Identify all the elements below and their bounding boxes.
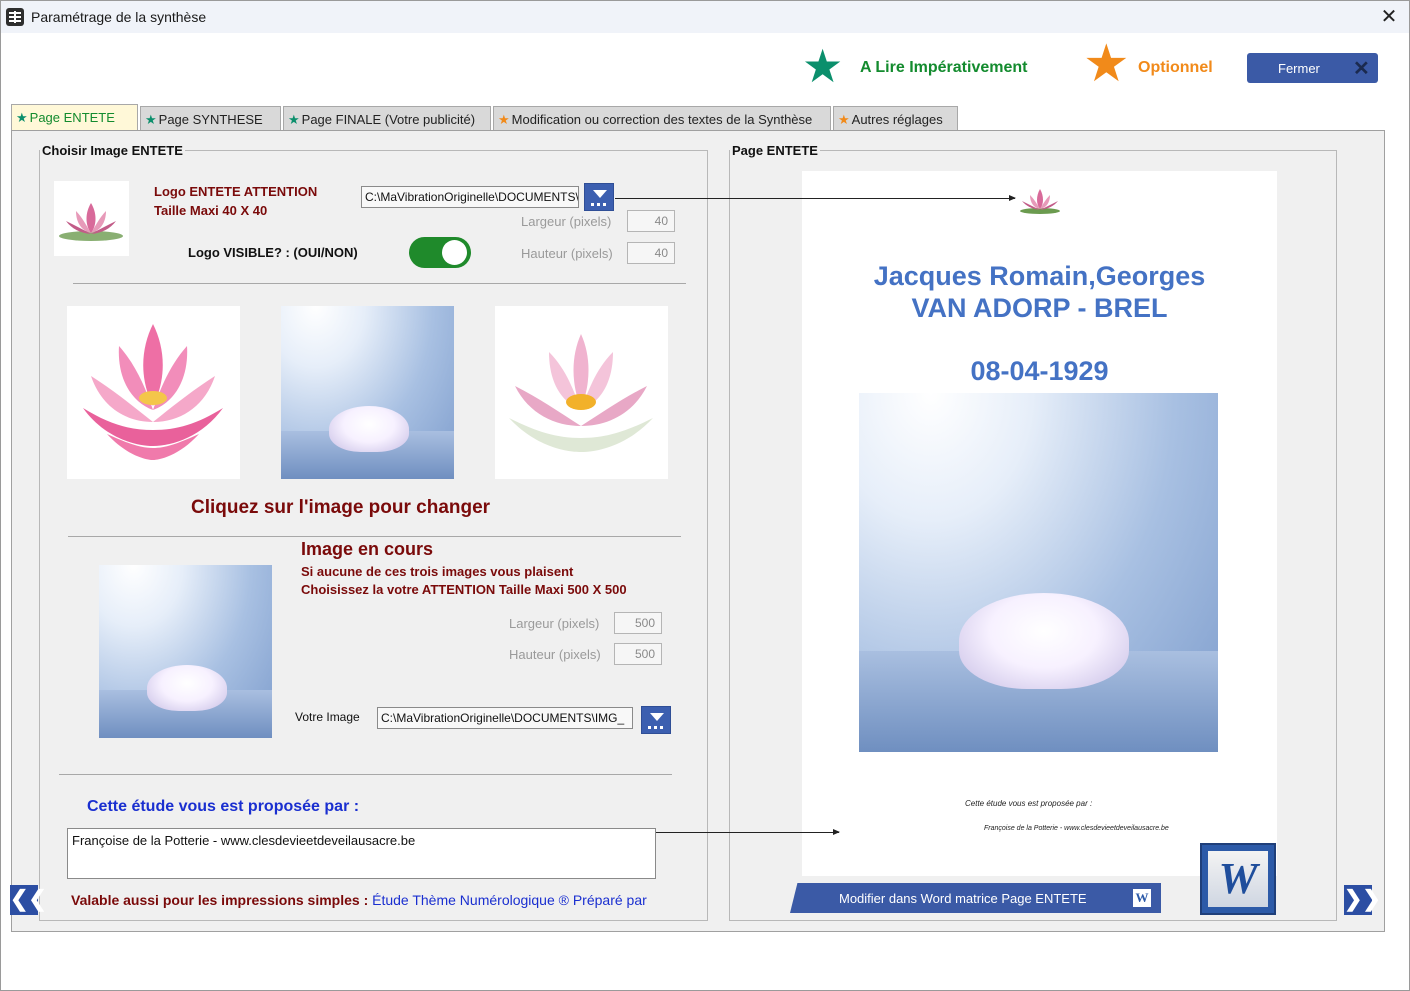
your-image-label: Votre Image (295, 710, 360, 724)
white-lotus (147, 665, 227, 711)
edit-in-word-label: Modifier dans Word matrice Page ENTETE (839, 891, 1087, 906)
logo-visible-label: Logo VISIBLE? : (OUI/NON) (188, 245, 358, 260)
white-lotus (959, 593, 1129, 689)
logo-height-input[interactable]: 40 (627, 242, 675, 264)
divider (68, 536, 681, 537)
proposed-by-input[interactable]: Françoise de la Potterie - www.clesdevie… (67, 828, 656, 879)
valid-value: Étude Thème Numérologique ® Préparé par (372, 892, 647, 908)
tab-strip: ★ Page ENTETE ★ Page SYNTHESE ★ Page FINALE… (11, 104, 1391, 132)
mandatory-legend: A Lire Impérativement (860, 59, 1028, 76)
valid-for-note: Valable aussi pour les impressions simpl… (71, 892, 647, 908)
optional-legend: Optionnel (1138, 59, 1213, 76)
tab-page-synthese[interactable]: ★ Page SYNTHESE (140, 106, 281, 132)
orange-star-icon: ★ (1083, 35, 1130, 93)
preview-name-line2: VAN ADORP - BREL (911, 293, 1168, 323)
white-lotus (329, 406, 409, 452)
settings-window: Paramétrage de la synthèse ✕ ★ A Lire Im… (0, 0, 1410, 991)
logo-note-line2: Taille Maxi 40 X 40 (154, 203, 268, 218)
current-image[interactable] (99, 565, 272, 738)
author-link-arrow (656, 829, 840, 835)
preview-author: Françoise de la Potterie - www.clesdevie… (984, 825, 1169, 832)
edit-in-word-button[interactable]: Modifier dans Word matrice Page ENTETE W (790, 883, 1161, 913)
your-image-path-input[interactable]: C:\MaVibrationOriginelle\DOCUMENTS\IMG_ (377, 707, 633, 729)
logo-link-arrow (615, 195, 1016, 201)
window-title: Paramétrage de la synthèse (31, 9, 207, 25)
preview-image (859, 393, 1218, 752)
orange-star-icon: ★ (498, 112, 510, 127)
tab-label: Autres réglages (851, 112, 943, 127)
word-small-icon: W (1133, 889, 1151, 907)
logo-path-input[interactable]: C:\MaVibrationOriginelle\DOCUMENTS\ (361, 186, 579, 208)
preview-logo (1020, 189, 1060, 214)
app-icon (6, 8, 24, 26)
close-icon: ✕ (1353, 58, 1370, 80)
green-star-icon: ★ (288, 112, 300, 127)
green-star-icon: ★ (145, 112, 157, 127)
green-star-icon: ★ (16, 110, 28, 125)
previous-page-button[interactable]: ❮❮ (10, 885, 47, 915)
group-legend: Page ENTETE (732, 143, 818, 158)
toggle-knob (442, 240, 467, 265)
logo-thumbnail[interactable] (54, 181, 129, 256)
tab-modification-textes[interactable]: ★ Modification ou correction des textes d… (493, 106, 831, 132)
title-bar: Paramétrage de la synthèse ✕ (1, 1, 1409, 33)
change-image-hint: Cliquez sur l'image pour changer (191, 497, 491, 518)
logo-height-label: Hauteur (pixels) (521, 246, 613, 261)
tab-autres-reglages[interactable]: ★ Autres réglages (833, 106, 958, 132)
tab-page-finale[interactable]: ★ Page FINALE (Votre publicité) (283, 106, 491, 132)
close-button-label: Fermer (1278, 61, 1320, 76)
preview-name-line1: Jacques Romain,Georges (873, 261, 1206, 291)
tab-label: Page FINALE (Votre publicité) (301, 112, 476, 127)
green-star-icon: ★ (802, 40, 844, 92)
preview-date: 08-04-1929 (970, 356, 1109, 386)
next-page-button[interactable]: ❯❯ (1344, 885, 1381, 915)
preview-proposed-label: Cette étude vous est proposée par : (965, 799, 1093, 808)
browse-logo-button[interactable] (584, 183, 614, 211)
tab-label: Page ENTETE (29, 110, 115, 125)
image-choice-light-lotus[interactable] (495, 306, 668, 479)
tab-label: Page SYNTHESE (158, 112, 263, 127)
current-image-note1: Si aucune de ces trois images vous plais… (301, 564, 574, 579)
logo-note-line1: Logo ENTETE ATTENTION (154, 184, 318, 199)
word-letter: W (1208, 851, 1268, 907)
header-page-preview: Jacques Romain,Georges VAN ADORP - BREL … (802, 171, 1277, 876)
group-legend: Choisir Image ENTETE (42, 143, 183, 158)
logo-visible-toggle[interactable] (409, 237, 471, 268)
image-height-input[interactable]: 500 (614, 643, 662, 665)
orange-star-icon: ★ (838, 112, 850, 127)
close-button[interactable]: Fermer ✕ (1247, 53, 1378, 83)
current-image-title: Image en cours (301, 539, 434, 559)
valid-label: Valable aussi pour les impressions simpl… (71, 892, 373, 908)
logo-width-label: Largeur (pixels) (521, 214, 612, 229)
image-choice-white-lotus[interactable] (281, 306, 454, 479)
close-window-icon[interactable]: ✕ (1377, 5, 1401, 29)
browse-image-button[interactable] (641, 706, 671, 734)
current-image-note2: Choisissez la votre ATTENTION Taille Max… (301, 582, 627, 597)
proposed-by-label: Cette étude vous est proposée par : (87, 798, 360, 815)
logo-width-input[interactable]: 40 (627, 210, 675, 232)
word-icon[interactable]: W (1200, 843, 1276, 915)
divider (73, 283, 686, 284)
image-width-label: Largeur (pixels) (509, 616, 600, 631)
tab-page-entete[interactable]: ★ Page ENTETE (11, 104, 138, 132)
image-width-input[interactable]: 500 (614, 612, 662, 634)
image-choice-pink-lotus[interactable] (67, 306, 240, 479)
divider (59, 774, 672, 775)
image-height-label: Hauteur (pixels) (509, 647, 601, 662)
header-bar: ★ A Lire Impérativement ★ Optionnel Ferm… (1, 33, 1409, 105)
tab-label: Modification ou correction des textes de… (511, 112, 813, 127)
